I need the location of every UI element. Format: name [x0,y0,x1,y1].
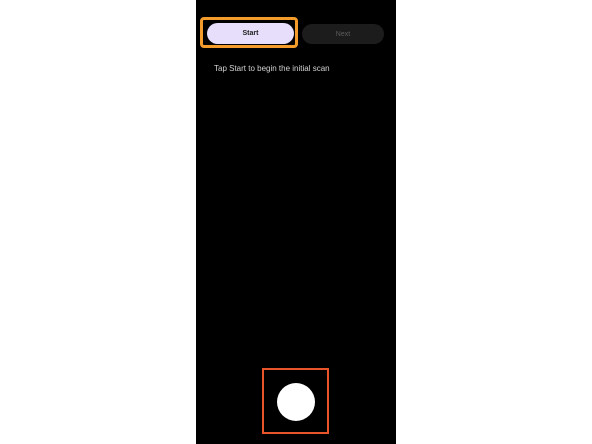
scan-instruction-text: Tap Start to begin the initial scan [214,64,330,73]
next-button[interactable]: Next [302,24,384,44]
capture-button[interactable] [277,383,315,421]
start-button[interactable]: Start [207,23,294,44]
